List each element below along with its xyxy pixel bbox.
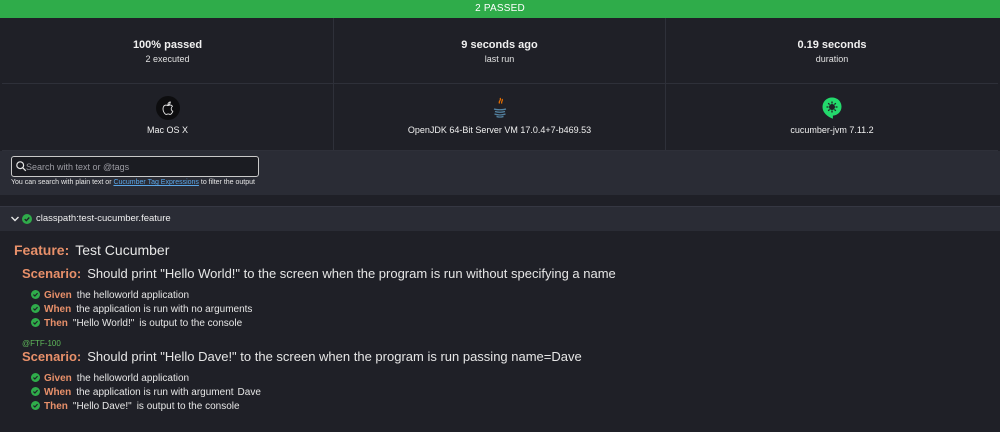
runner-label: cucumber-jvm 7.11.2 [790, 125, 874, 135]
passed-check-icon [31, 318, 40, 327]
os-label: Mac OS X [146, 125, 188, 135]
executed-count: 2 executed [145, 54, 190, 64]
os-info: Mac OS X [2, 84, 334, 151]
last-run-stat: 9 seconds ago last run [334, 18, 666, 84]
duration-stat: 0.19 seconds duration [666, 18, 998, 84]
cucumber-logo-icon [822, 97, 842, 119]
tag-expressions-link[interactable]: Cucumber Tag Expressions [113, 179, 198, 186]
feature-title: Feature: Test Cucumber [14, 242, 169, 258]
passed-percent: 100% passed [132, 39, 203, 51]
scenario-keyword: Scenario: [22, 266, 82, 281]
scenario-name: Should print "Hello World!" to the scree… [87, 266, 616, 281]
step-row: When the application is run with argument… [31, 387, 261, 400]
step-argument: "Hello Dave!" [72, 401, 132, 412]
feature-keyword: Feature: [14, 242, 70, 258]
passed-stat: 100% passed 2 executed [2, 18, 334, 84]
feature-name: Test Cucumber [75, 242, 170, 258]
step-row: When the application is run with no argum… [31, 304, 252, 317]
feature-body: Feature: Test Cucumber Scenario: Should pr… [0, 231, 1000, 432]
java-logo-icon [493, 97, 506, 118]
last-run-label: last run [484, 54, 515, 64]
step-keyword: Given [44, 373, 72, 384]
scenario-keyword: Scenario: [22, 349, 82, 364]
step-text: is output to the console [136, 401, 240, 412]
chevron-down-icon[interactable] [10, 214, 20, 224]
runner-info: cucumber-jvm 7.11.2 [666, 84, 998, 151]
step-keyword: Given [44, 290, 72, 301]
step-argument: "Hello World!" [72, 318, 135, 329]
scenario-name: Should print "Hello Dave!" to the screen… [87, 349, 582, 364]
step-argument: Dave [237, 387, 261, 398]
search-help: You can search with plain text or Cucumb… [11, 179, 255, 186]
last-run-value: 9 seconds ago [461, 39, 538, 51]
passed-check-icon [31, 290, 40, 299]
search-help-prefix: You can search with plain text or [11, 179, 114, 186]
feature-file-header[interactable]: classpath:test-cucumber.feature [0, 206, 1000, 231]
passed-check-icon [22, 214, 32, 224]
duration-value: 0.19 seconds [797, 39, 867, 51]
step-text: is output to the console [139, 318, 243, 329]
passed-check-icon [31, 401, 40, 410]
step-text: the helloworld application [76, 290, 190, 301]
scenario-title: Scenario: Should print "Hello World!" to … [22, 266, 616, 281]
search-help-suffix: to filter the output [198, 179, 255, 186]
search-box[interactable] [11, 156, 259, 177]
search-input[interactable] [26, 159, 254, 174]
jvm-info: OpenJDK 64-Bit Server VM 17.0.4+7-b469.5… [334, 84, 666, 151]
step-row: Given the helloworld application [31, 290, 189, 303]
status-banner: 2 PASSED [0, 0, 1000, 18]
step-keyword: When [44, 304, 72, 315]
step-keyword: When [44, 387, 72, 398]
step-text: the helloworld application [76, 373, 190, 384]
passed-check-icon [31, 373, 40, 382]
step-keyword: Then [44, 401, 68, 412]
jvm-label: OpenJDK 64-Bit Server VM 17.0.4+7-b469.5… [407, 125, 592, 135]
apple-logo-icon [155, 96, 180, 120]
step-text: the application is run with argument [76, 387, 234, 398]
scenario-tag[interactable]: @FTF-100 [22, 339, 61, 348]
duration-label: duration [815, 54, 849, 64]
passed-check-icon [31, 387, 40, 396]
feature-file-path: classpath:test-cucumber.feature [36, 213, 171, 224]
scenario-title: Scenario: Should print "Hello Dave!" to t… [22, 349, 582, 364]
step-row: Then "Hello World!" is output to the conso… [31, 318, 242, 331]
search-section: You can search with plain text or Cucumb… [0, 151, 1000, 195]
step-row: Given the helloworld application [31, 373, 189, 386]
step-row: Then "Hello Dave!" is output to the consol… [31, 401, 240, 414]
summary-panel: 100% passed 2 executed 9 seconds ago las… [0, 18, 1000, 151]
step-keyword: Then [44, 318, 68, 329]
passed-check-icon [31, 304, 40, 313]
step-text: the application is run with no arguments [76, 304, 253, 315]
